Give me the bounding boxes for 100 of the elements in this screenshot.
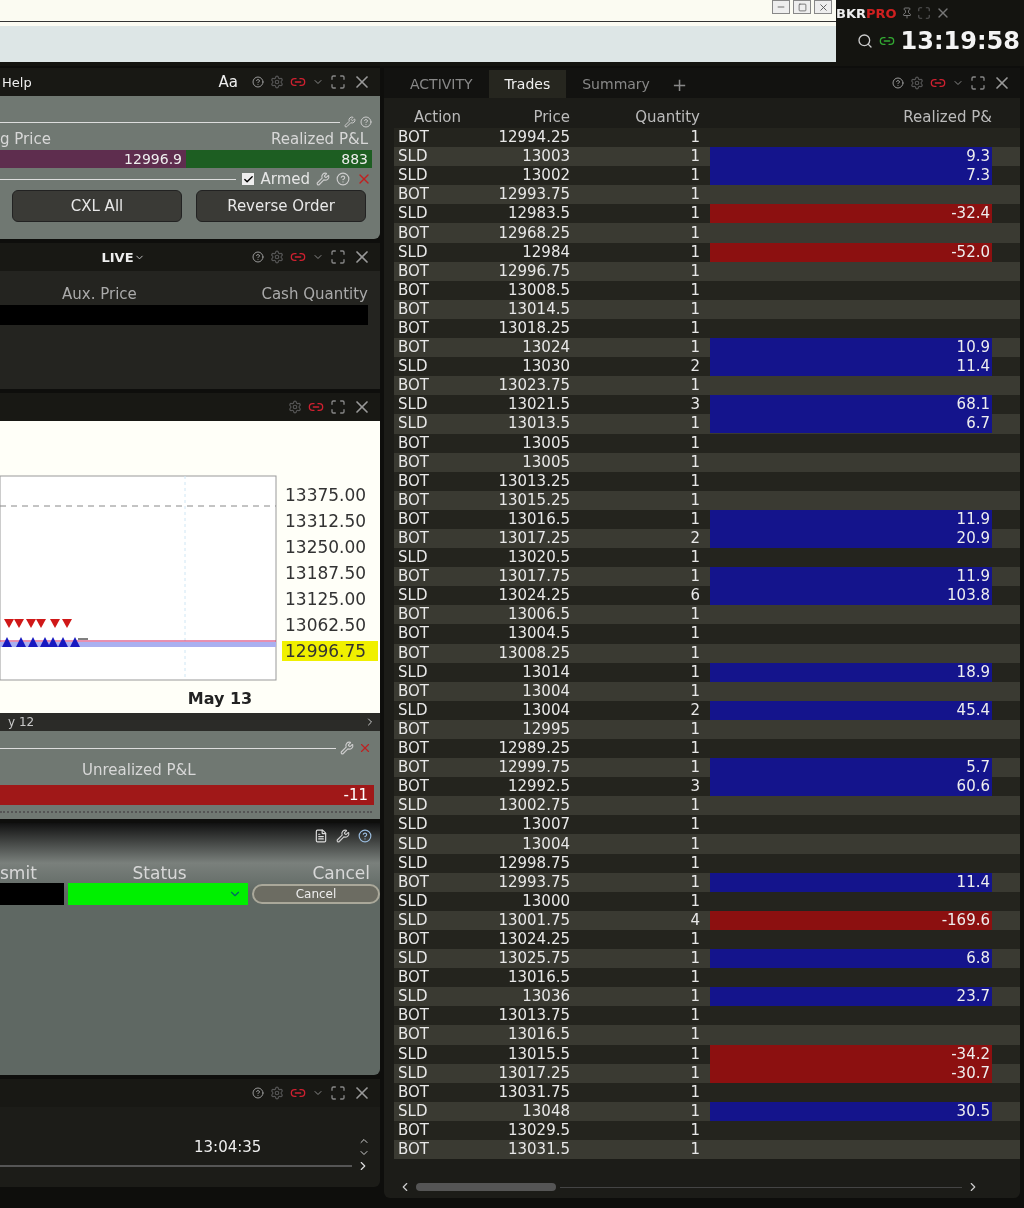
table-cell-text: BOT	[397, 471, 430, 491]
table-cell-text: 1	[689, 853, 701, 873]
maximize-icon[interactable]	[330, 249, 346, 265]
price-label: 13125.00	[284, 589, 368, 609]
status-cell[interactable]	[68, 883, 248, 905]
maximize-icon[interactable]	[330, 399, 346, 415]
table-cell-text: 12999.75	[497, 758, 571, 778]
table-cell-text: 13008.5	[506, 280, 571, 300]
action-button[interactable]: Reverse Order	[196, 190, 366, 222]
restore-icon[interactable]	[797, 2, 807, 12]
table-cell-text: 1	[689, 681, 701, 701]
value-cell: 12996.9	[0, 150, 186, 168]
help-menu[interactable]: Help	[2, 74, 32, 90]
table-cell	[0, 883, 64, 905]
table-cell-text: 1	[689, 815, 701, 835]
font-button[interactable]: Aa	[218, 73, 238, 91]
settings-icon[interactable]	[270, 1086, 284, 1100]
action-button[interactable]: CXL All	[12, 190, 182, 222]
table-cell-text: 1	[689, 490, 701, 510]
search-icon[interactable]	[856, 33, 873, 49]
settings-icon[interactable]	[288, 400, 302, 414]
armed-checkbox[interactable]	[242, 173, 255, 185]
armed-label: Armed	[260, 170, 310, 188]
table-cell-text: BOT	[397, 719, 430, 739]
maximize-icon[interactable]	[330, 74, 346, 90]
maximize-icon[interactable]	[970, 75, 986, 91]
column-header[interactable]: Action	[394, 107, 464, 127]
table-cell-text: BOT	[397, 338, 430, 358]
table-cell-text: SLD	[397, 987, 429, 1007]
table-cell-text: 1	[689, 548, 701, 568]
table-cell-text: SLD	[397, 204, 429, 224]
pnl-cell: 23.7	[710, 987, 992, 1007]
table-cell-text: 1	[689, 338, 701, 358]
add-tab-button[interactable]: +	[665, 70, 693, 98]
help-icon[interactable]	[252, 1087, 264, 1099]
table-cell-text: 13015.5	[506, 1044, 571, 1064]
sell-marker	[50, 619, 60, 628]
table-cell-text: 1	[689, 128, 701, 148]
minimize-button[interactable]	[772, 0, 790, 14]
cancel-button[interactable]: Cancel	[252, 884, 380, 904]
document-icon[interactable]	[314, 829, 328, 843]
settings-icon[interactable]	[270, 75, 284, 89]
table-cell-text: 1	[689, 1140, 701, 1159]
pnl-cell: 60.6	[710, 777, 992, 797]
table-cell-text: BOT	[397, 376, 430, 396]
tab[interactable]: Trades	[488, 70, 567, 98]
table-cell-text: SLD	[397, 414, 429, 434]
buy-marker	[48, 637, 58, 647]
column-header[interactable]: Realized P&	[704, 107, 992, 127]
table-cell-text: 1	[689, 949, 701, 969]
table-cell-text: BOT	[397, 1140, 430, 1159]
help-icon[interactable]	[252, 76, 264, 88]
table-cell-text: 13014	[521, 662, 571, 682]
input-field[interactable]	[0, 26, 836, 62]
table-cell-text: BOT	[397, 930, 430, 949]
tab[interactable]: ACTIVITY	[394, 70, 489, 98]
table-cell-text: 13017.25	[497, 529, 571, 548]
pnl-cell: 68.1	[710, 395, 992, 415]
mode-dropdown[interactable]: LIVE	[101, 249, 134, 265]
table-cell-text: BOT	[397, 452, 430, 472]
tab[interactable]: Summary	[566, 70, 666, 98]
table-cell-text: BOT	[397, 605, 430, 625]
buy-marker	[28, 637, 38, 647]
buy-marker	[2, 637, 12, 647]
scrollbar-thumb[interactable]	[416, 1183, 556, 1191]
table-cell-text: 1	[689, 299, 701, 319]
help-icon[interactable]	[252, 251, 264, 263]
column-header: smit	[0, 863, 37, 883]
table-cell-text: BOT	[397, 758, 430, 778]
table-cell-text: SLD	[397, 147, 429, 167]
table-cell-text: 13004	[521, 834, 571, 854]
settings-icon[interactable]	[910, 76, 924, 90]
table-cell-text: BOT	[397, 567, 430, 587]
table-cell-text: 13008.25	[497, 643, 571, 663]
pnl-cell: 10.9	[710, 338, 992, 358]
buy-marker	[70, 637, 80, 647]
pin-icon[interactable]	[900, 7, 913, 19]
price-label: 13187.50	[284, 563, 368, 583]
buy-marker	[58, 637, 68, 647]
price-label: 13250.00	[284, 537, 368, 557]
table-cell-text: SLD	[397, 834, 429, 854]
table-cell-text: 13023.75	[497, 376, 571, 396]
wrench-icon[interactable]	[336, 829, 350, 843]
restore-button[interactable]	[793, 0, 811, 14]
table-cell-text: 13018.25	[497, 319, 571, 338]
help-icon[interactable]	[358, 829, 372, 843]
table-cell-text: 13002	[521, 166, 571, 186]
column-header[interactable]: Price	[464, 107, 574, 127]
table-cell-text: 1	[689, 834, 701, 854]
table-cell-text: 13004.5	[506, 624, 571, 644]
settings-icon[interactable]	[270, 250, 284, 264]
table-cell-text: 12984	[521, 242, 571, 262]
table-cell-text: 3	[689, 777, 701, 797]
help-icon[interactable]	[892, 77, 904, 89]
column-header[interactable]: Quantity	[574, 107, 704, 127]
table-cell-text: 1	[689, 605, 701, 625]
maximize-icon[interactable]	[916, 6, 931, 20]
table-cell-text: SLD	[397, 910, 429, 930]
table-cell-text: 13021.5	[506, 395, 571, 415]
maximize-icon[interactable]	[330, 1085, 346, 1101]
